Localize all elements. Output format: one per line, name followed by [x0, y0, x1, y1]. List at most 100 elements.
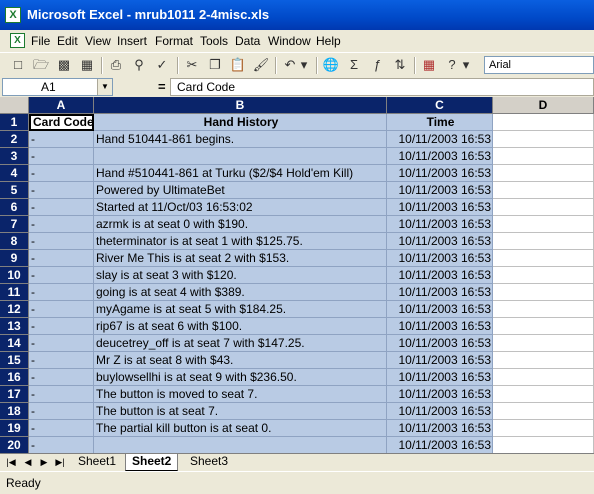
grid-cell[interactable]	[493, 386, 594, 403]
toolbar-options-icon[interactable]: ▾	[460, 55, 472, 75]
grid-cell[interactable]: deucetrey_off is at seat 7 with $147.25.	[94, 335, 387, 352]
grid-cell[interactable]: -	[29, 335, 94, 352]
menu-view[interactable]: View	[85, 34, 111, 48]
grid-cell[interactable]	[493, 301, 594, 318]
grid-cell[interactable]	[493, 284, 594, 301]
grid-cell[interactable]: The button is at seat 7.	[94, 403, 387, 420]
menu-tools[interactable]: Tools	[200, 34, 228, 48]
row-header[interactable]: 10	[0, 267, 29, 284]
grid-cell[interactable]: -	[29, 318, 94, 335]
tab-sheet3[interactable]: Sheet3	[184, 454, 234, 470]
format-painter-icon[interactable]: 🖌	[251, 55, 271, 75]
grid-cell[interactable]: -	[29, 182, 94, 199]
spelling-icon[interactable]: ✓	[152, 55, 172, 75]
grid-cell[interactable]: -	[29, 369, 94, 386]
grid-cell[interactable]	[493, 148, 594, 165]
row-header[interactable]: 12	[0, 301, 29, 318]
grid-cell[interactable]: -	[29, 386, 94, 403]
column-header[interactable]: B	[94, 97, 387, 114]
new-document-icon[interactable]: □	[8, 55, 28, 75]
spreadsheet-grid[interactable]: ABCDE1Card CodeHand HistoryTime2-Hand 51…	[0, 97, 594, 453]
copy-icon[interactable]: ❐	[205, 55, 225, 75]
grid-cell[interactable]: -	[29, 352, 94, 369]
grid-cell[interactable]: River Me This is at seat 2 with $153.	[94, 250, 387, 267]
font-name-box[interactable]: Arial	[484, 56, 594, 74]
tab-sheet2[interactable]: Sheet2	[125, 454, 179, 471]
grid-cell[interactable]: 10/11/2003 16:53	[387, 165, 493, 182]
workbook-icon[interactable]: X	[10, 33, 25, 48]
grid-cell[interactable]: 10/11/2003 16:53	[387, 250, 493, 267]
menu-edit[interactable]: Edit	[57, 34, 78, 48]
grid-cell[interactable]: 10/11/2003 16:53	[387, 403, 493, 420]
grid-cell[interactable]	[493, 250, 594, 267]
help-icon[interactable]: ?	[442, 55, 462, 75]
grid-cell[interactable]: Card Code	[29, 114, 94, 131]
grid-cell[interactable]: The partial kill button is at seat 0.	[94, 420, 387, 437]
grid-cell[interactable]: 10/11/2003 16:53	[387, 420, 493, 437]
grid-cell[interactable]	[493, 420, 594, 437]
grid-cell[interactable]: 10/11/2003 16:53	[387, 369, 493, 386]
column-header[interactable]: C	[387, 97, 493, 114]
row-header[interactable]: 2	[0, 131, 29, 148]
grid-cell[interactable]: 10/11/2003 16:53	[387, 301, 493, 318]
permission-icon[interactable]: ▦	[77, 55, 97, 75]
print-preview-icon[interactable]: ⚲	[129, 55, 149, 75]
menu-insert[interactable]: Insert	[117, 34, 147, 48]
grid-cell[interactable]: -	[29, 131, 94, 148]
grid-cell[interactable]: Hand History	[94, 114, 387, 131]
menu-help[interactable]: Help	[316, 34, 341, 48]
column-header[interactable]: A	[29, 97, 94, 114]
grid-cell[interactable]: slay is at seat 3 with $120.	[94, 267, 387, 284]
first-sheet-icon[interactable]: |◀	[4, 455, 18, 469]
row-header[interactable]: 8	[0, 233, 29, 250]
grid-cell[interactable]: Time	[387, 114, 493, 131]
grid-cell[interactable]: 10/11/2003 16:53	[387, 148, 493, 165]
row-header[interactable]: 5	[0, 182, 29, 199]
menu-window[interactable]: Window	[268, 34, 311, 48]
row-header[interactable]: 7	[0, 216, 29, 233]
sort-ascending-icon[interactable]: ⇅	[390, 55, 410, 75]
grid-cell[interactable]: -	[29, 165, 94, 182]
grid-cell[interactable]: -	[29, 403, 94, 420]
grid-cell[interactable]	[493, 267, 594, 284]
grid-cell[interactable]: azrmk is at seat 0 with $190.	[94, 216, 387, 233]
row-header[interactable]: 15	[0, 352, 29, 369]
grid-cell[interactable]	[493, 233, 594, 250]
undo-dropdown-icon[interactable]: ▾	[298, 55, 310, 75]
row-header[interactable]: 3	[0, 148, 29, 165]
grid-cell[interactable]	[493, 369, 594, 386]
row-header[interactable]: 6	[0, 199, 29, 216]
grid-cell[interactable]	[493, 114, 594, 131]
grid-cell[interactable]: Started at 11/Oct/03 16:53:02	[94, 199, 387, 216]
grid-cell[interactable]: -	[29, 437, 94, 453]
grid-cell[interactable]	[493, 352, 594, 369]
grid-cell[interactable]: 10/11/2003 16:53	[387, 386, 493, 403]
row-header[interactable]: 19	[0, 420, 29, 437]
grid-cell[interactable]: -	[29, 148, 94, 165]
grid-cell[interactable]: -	[29, 301, 94, 318]
row-header[interactable]: 18	[0, 403, 29, 420]
name-box[interactable]: A1 ▼	[2, 78, 113, 96]
row-header[interactable]: 11	[0, 284, 29, 301]
menu-file[interactable]: File	[31, 34, 50, 48]
insert-function-icon[interactable]: ƒ	[367, 55, 387, 75]
grid-cell[interactable]: 10/11/2003 16:53	[387, 267, 493, 284]
grid-cell[interactable]: -	[29, 216, 94, 233]
chevron-down-icon[interactable]: ▼	[97, 79, 112, 95]
grid-cell[interactable]: rip67 is at seat 6 with $100.	[94, 318, 387, 335]
grid-cell[interactable]: -	[29, 267, 94, 284]
autosum-icon[interactable]: Σ	[344, 55, 364, 75]
grid-cell[interactable]	[493, 318, 594, 335]
grid-cell[interactable]: going is at seat 4 with $389.	[94, 284, 387, 301]
grid-cell[interactable]	[493, 131, 594, 148]
cut-icon[interactable]: ✂	[182, 55, 202, 75]
undo-icon[interactable]: ↶	[280, 55, 300, 75]
column-header[interactable]: D	[493, 97, 594, 114]
grid-cell[interactable]: buylowsellhi is at seat 9 with $236.50.	[94, 369, 387, 386]
grid-cell[interactable]	[94, 148, 387, 165]
grid-cell[interactable]: -	[29, 284, 94, 301]
open-folder-icon[interactable]: 🗁	[31, 55, 51, 75]
paste-icon[interactable]: 📋	[228, 55, 248, 75]
grid-cell[interactable]	[493, 199, 594, 216]
grid-cell[interactable]: Mr Z is at seat 8 with $43.	[94, 352, 387, 369]
